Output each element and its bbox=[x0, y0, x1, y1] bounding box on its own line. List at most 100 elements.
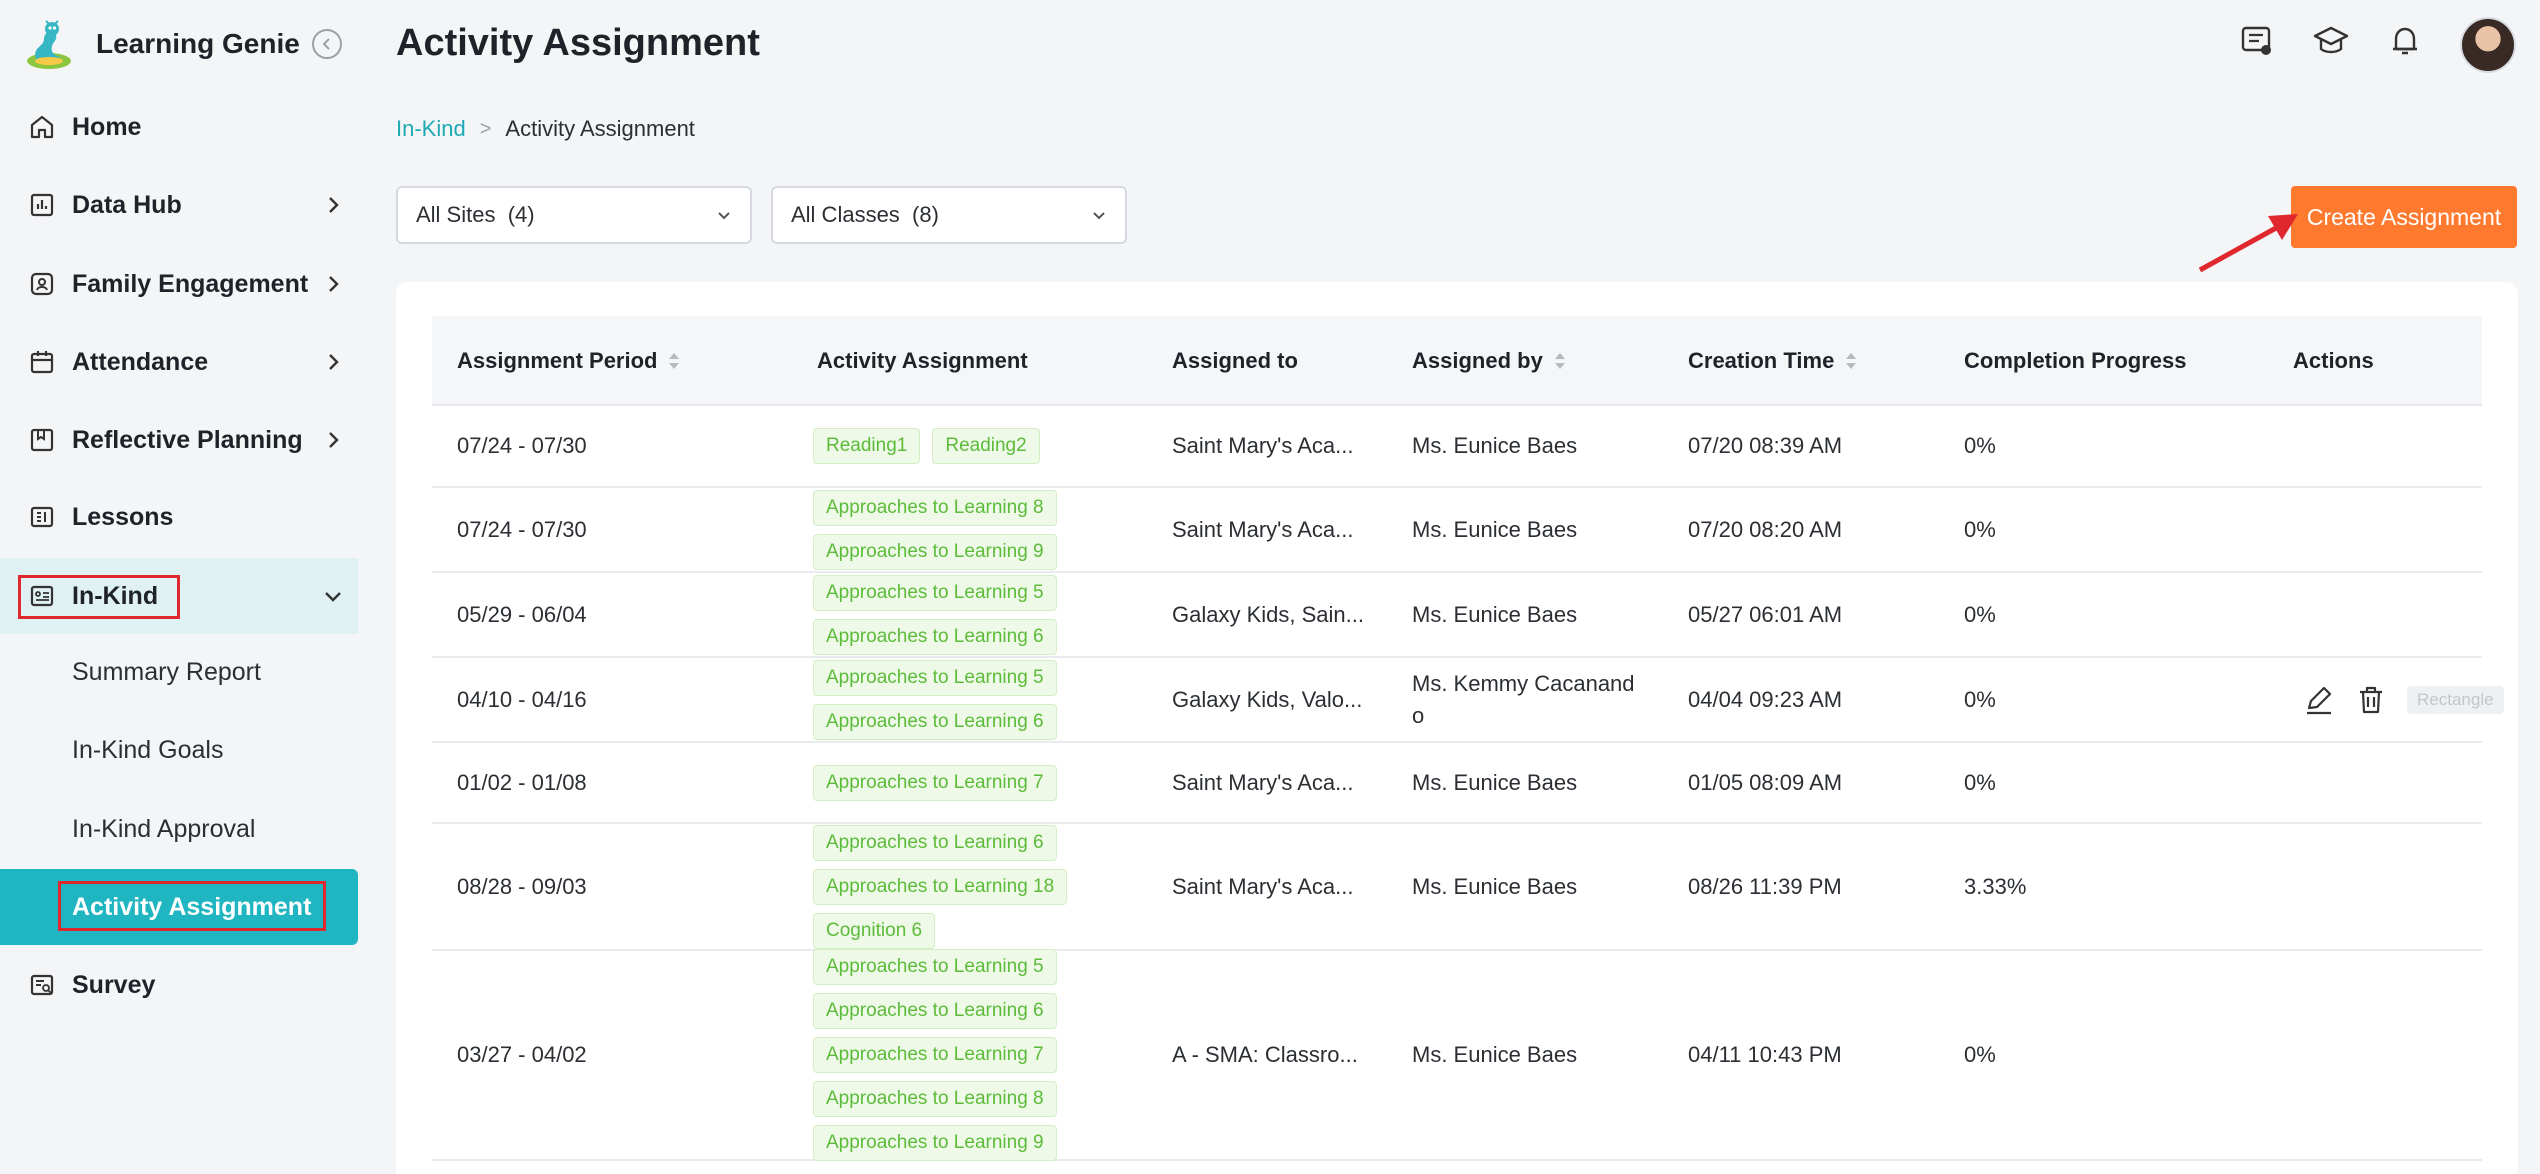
sidebar-item-label: Survey bbox=[72, 970, 156, 999]
activity-tags: Approaches to Learning 7 bbox=[813, 743, 1057, 822]
table-row[interactable]: 03/27 - 04/02 Approaches to Learning 5 A… bbox=[432, 949, 2482, 1161]
column-header-assigned-by[interactable]: Assigned by bbox=[1412, 316, 1567, 406]
sites-select[interactable]: All Sites (4) bbox=[396, 186, 752, 244]
creation-time-cell: 07/20 08:20 AM bbox=[1688, 516, 1843, 542]
highlight-box bbox=[58, 881, 326, 931]
sidebar-item-label: Attendance bbox=[72, 347, 209, 376]
sidebar-subitem-label: In-Kind Goals bbox=[72, 735, 224, 764]
assigned-to-cell: Saint Mary's Aca... bbox=[1172, 769, 1354, 795]
activity-tags: Approaches to Learning 5 Approaches to L… bbox=[813, 658, 1057, 741]
survey-icon bbox=[30, 974, 54, 996]
classes-select[interactable]: All Classes (8) bbox=[771, 186, 1127, 244]
chevron-down-icon bbox=[1093, 212, 1105, 220]
assigned-by-cell: Ms. Eunice Baes bbox=[1412, 601, 1578, 627]
assigned-to-cell: A - SMA: Classro... bbox=[1172, 1042, 1358, 1067]
sidebar-subitem-in-kind-approval[interactable]: In-Kind Approval bbox=[0, 791, 360, 867]
chevron-right-icon bbox=[329, 197, 339, 213]
sidebar-item-home[interactable]: Home bbox=[0, 89, 360, 165]
sort-icon[interactable] bbox=[1553, 350, 1567, 372]
activity-tags: Approaches to Learning 6 Approaches to L… bbox=[813, 824, 1068, 949]
activity-tag: Approaches to Learning 9 bbox=[813, 533, 1057, 570]
sidebar-item-lessons[interactable]: Lessons bbox=[0, 479, 360, 555]
bookmark-icon bbox=[30, 428, 54, 452]
period-cell: 07/24 - 07/30 bbox=[457, 433, 587, 458]
chevron-right-icon bbox=[329, 432, 339, 448]
column-header-label: Assigned to bbox=[1172, 348, 1298, 373]
chevron-left-icon bbox=[322, 38, 330, 50]
activity-tag: Approaches to Learning 18 bbox=[813, 868, 1068, 905]
edit-icon[interactable] bbox=[2303, 684, 2335, 716]
assigned-to-cell: Galaxy Kids, Valo... bbox=[1172, 686, 1363, 712]
sidebar-item-label: Lessons bbox=[72, 502, 174, 531]
breadcrumb-current: Activity Assignment bbox=[505, 116, 695, 141]
column-header-assigned-to: Assigned to bbox=[1172, 316, 1298, 406]
table-row[interactable]: 01/02 - 01/08 Approaches to Learning 7 S… bbox=[432, 743, 2482, 824]
table-row[interactable]: 04/10 - 04/16 Approaches to Learning 5 A… bbox=[432, 658, 2504, 743]
delete-icon[interactable] bbox=[2355, 684, 2387, 716]
progress-cell: 0% bbox=[1964, 686, 1996, 712]
sidebar-item-family-engagement[interactable]: Family Engagement bbox=[0, 246, 360, 322]
column-header-activity-assignment: Activity Assignment bbox=[817, 316, 1028, 406]
period-cell: 07/24 - 07/30 bbox=[457, 516, 587, 542]
breadcrumb-link-in-kind[interactable]: In-Kind bbox=[396, 116, 466, 142]
assigned-to-cell: Saint Mary's Aca... bbox=[1172, 433, 1354, 458]
sidebar-subitem-label: In-Kind Approval bbox=[72, 814, 256, 843]
collapse-sidebar-button[interactable] bbox=[312, 29, 342, 59]
sidebar-item-survey[interactable]: Survey bbox=[0, 947, 360, 1023]
activity-tag: Approaches to Learning 9 bbox=[813, 1125, 1057, 1161]
graduation-cap-icon[interactable] bbox=[2312, 22, 2350, 60]
chevron-down-icon bbox=[325, 592, 341, 602]
period-cell: 01/02 - 01/08 bbox=[457, 769, 587, 795]
table-row[interactable]: 07/24 - 07/30 Reading1 Reading2 Saint Ma… bbox=[432, 406, 2482, 488]
calendar-icon bbox=[30, 351, 54, 374]
activity-tag: Approaches to Learning 6 bbox=[813, 993, 1057, 1029]
sidebar-item-label: Reflective Planning bbox=[72, 425, 303, 454]
sidebar-subitem-summary-report[interactable]: Summary Report bbox=[0, 634, 360, 710]
sidebar-item-data-hub[interactable]: Data Hub bbox=[0, 167, 360, 243]
chevron-right-icon bbox=[329, 276, 339, 292]
brand[interactable]: Learning Genie bbox=[22, 14, 300, 74]
column-header-completion-progress: Completion Progress bbox=[1964, 316, 2186, 406]
column-header-creation-time[interactable]: Creation Time bbox=[1688, 316, 1858, 406]
column-header-label: Actions bbox=[2293, 348, 2374, 373]
breadcrumb-separator: > bbox=[479, 117, 492, 140]
activity-tags: Approaches to Learning 5 Approaches to L… bbox=[813, 949, 1057, 1161]
table-row[interactable]: 08/28 - 09/03 Approaches to Learning 6 A… bbox=[432, 824, 2482, 951]
progress-cell: 3.33% bbox=[1964, 873, 2027, 899]
period-cell: 05/29 - 06/04 bbox=[457, 601, 587, 627]
sidebar-item-attendance[interactable]: Attendance bbox=[0, 324, 360, 400]
user-avatar[interactable] bbox=[2460, 17, 2516, 73]
progress-cell: 0% bbox=[1964, 769, 1996, 795]
messages-icon[interactable] bbox=[2238, 22, 2276, 60]
assigned-by-cell: Ms. Eunice Baes bbox=[1412, 873, 1578, 899]
assigned-by-cell: Ms. Eunice Baes bbox=[1412, 516, 1578, 542]
table-row[interactable]: 07/24 - 07/30 Approaches to Learning 8 A… bbox=[432, 488, 2482, 573]
highlight-box bbox=[18, 575, 180, 619]
assignment-table-card: Assignment Period Activity Assignment As… bbox=[396, 282, 2518, 1174]
creation-time-cell: 04/11 10:43 PM bbox=[1688, 1042, 1842, 1067]
sort-icon[interactable] bbox=[667, 350, 681, 372]
brand-name: Learning Genie bbox=[96, 28, 300, 59]
sidebar-subitem-in-kind-goals[interactable]: In-Kind Goals bbox=[0, 712, 360, 788]
activity-tags: Approaches to Learning 8 Approaches to L… bbox=[813, 488, 1057, 571]
assigned-to-cell: Saint Mary's Aca... bbox=[1172, 516, 1354, 542]
column-header-assignment-period[interactable]: Assignment Period bbox=[457, 316, 681, 406]
classes-select-value: All Classes (8) bbox=[791, 202, 939, 227]
sidebar-item-label: Home bbox=[72, 112, 142, 141]
period-cell: 08/28 - 09/03 bbox=[457, 873, 587, 899]
column-header-label: Activity Assignment bbox=[817, 348, 1028, 373]
sort-icon[interactable] bbox=[1844, 350, 1858, 372]
learning-genie-logo-icon bbox=[27, 20, 71, 69]
chart-icon bbox=[30, 193, 54, 217]
progress-cell: 0% bbox=[1964, 516, 1996, 542]
table-header: Assignment Period Activity Assignment As… bbox=[432, 316, 2482, 406]
activity-tag: Approaches to Learning 8 bbox=[813, 1081, 1057, 1117]
table-row[interactable]: 05/29 - 06/04 Approaches to Learning 5 A… bbox=[432, 573, 2482, 658]
column-header-label: Completion Progress bbox=[1964, 348, 2187, 373]
bell-icon[interactable] bbox=[2386, 22, 2424, 60]
create-assignment-button[interactable]: Create Assignment bbox=[2291, 186, 2517, 248]
column-header-label: Assigned by bbox=[1412, 348, 1543, 373]
sidebar-item-reflective-planning[interactable]: Reflective Planning bbox=[0, 402, 360, 478]
activity-tag: Reading2 bbox=[932, 428, 1040, 464]
progress-cell: 0% bbox=[1964, 433, 1996, 458]
